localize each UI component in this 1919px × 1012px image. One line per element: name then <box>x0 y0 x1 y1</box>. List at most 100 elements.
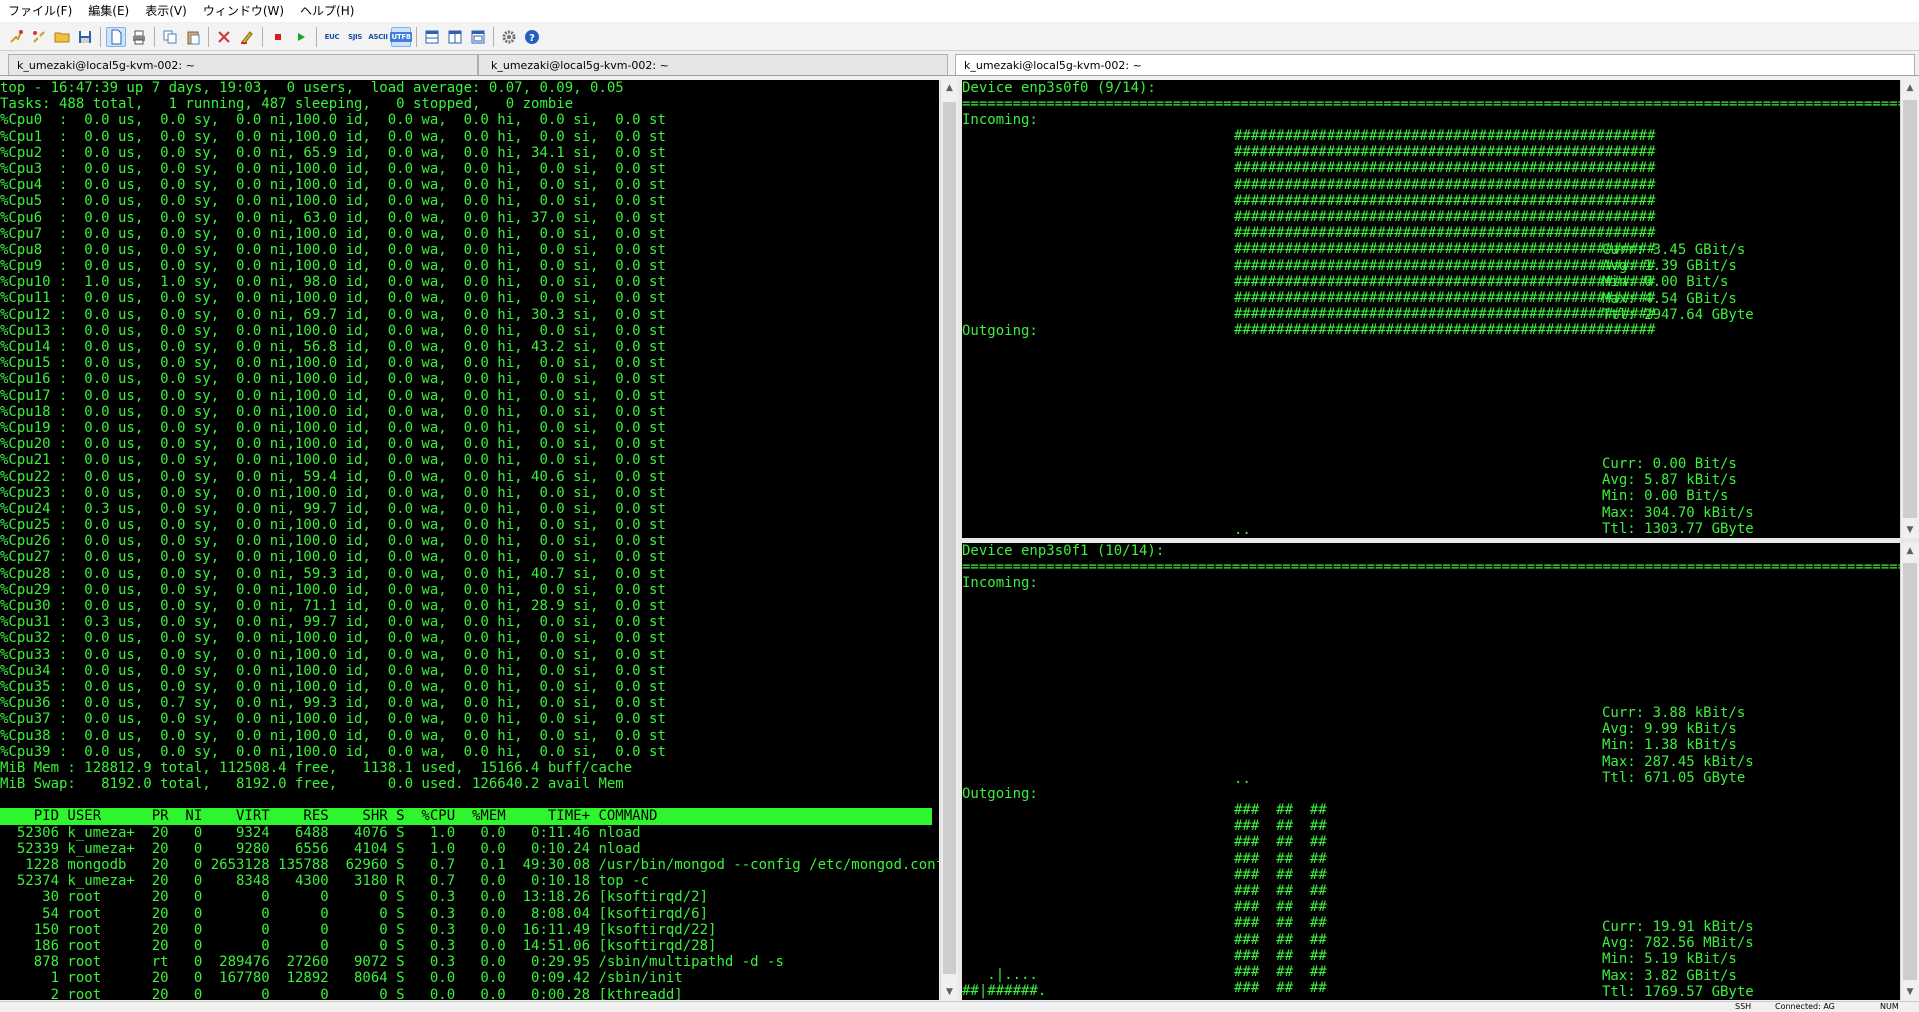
cpu-row: %Cpu22 : 0.0 us, 0.0 sy, 0.0 ni, 59.4 id… <box>0 468 666 485</box>
paste-icon[interactable] <box>183 27 203 47</box>
nload-separator: ========================================… <box>962 96 1900 112</box>
clear-icon[interactable] <box>214 27 234 47</box>
stat-line: Avg: 782.56 MBit/s <box>1602 935 1754 952</box>
scrollbar-thumb[interactable] <box>1903 563 1917 980</box>
graph-row: ### ## ## <box>1234 850 1327 867</box>
stat-line: Avg: 9.99 kBit/s <box>1602 721 1737 738</box>
scroll-up-icon[interactable]: ▲ <box>1901 80 1919 96</box>
cpu-row: %Cpu0 : 0.0 us, 0.0 sy, 0.0 ni,100.0 id,… <box>0 112 666 129</box>
tile-vertical-icon[interactable] <box>445 27 465 47</box>
scrollbar-thumb[interactable] <box>1903 100 1917 518</box>
table-row: 52306 k_umeza+ 20 0 9324 6488 4076 S 1.0… <box>0 824 641 841</box>
stat-line: Avg: 5.87 kBit/s <box>1602 472 1737 489</box>
stat-line: Max: 3.82 GBit/s <box>1602 967 1737 984</box>
save-icon[interactable] <box>75 27 95 47</box>
incoming-traffic-graph: ########################################… <box>1234 128 1655 338</box>
scroll-up-icon[interactable]: ▲ <box>941 80 958 96</box>
menu-view[interactable]: 表示(V) <box>137 0 195 22</box>
menu-help[interactable]: ヘルプ(H) <box>292 0 362 22</box>
connect-icon[interactable] <box>6 27 26 47</box>
outgoing-tail-line-1: .|.... <box>962 967 1038 983</box>
graph-row: ########################################… <box>1234 192 1656 209</box>
table-row: 54 root 20 0 0 0 0 S 0.3 0.0 8:08.04 [ks… <box>0 905 709 922</box>
cpu-row: %Cpu13 : 0.0 us, 0.0 sy, 0.0 ni,100.0 id… <box>0 322 666 339</box>
cpu-row: %Cpu19 : 0.0 us, 0.0 sy, 0.0 ni,100.0 id… <box>0 419 666 436</box>
cpu-row: %Cpu21 : 0.0 us, 0.0 sy, 0.0 ni,100.0 id… <box>0 452 666 469</box>
scrollbar-thumb[interactable] <box>943 102 956 974</box>
copy-icon[interactable] <box>160 27 180 47</box>
session-tab-bar: k_umezaki@local5g-kvm-002: ~ k_umezaki@l… <box>0 52 1919 76</box>
status-bar: SSH Connected: AG NUM <box>0 1001 1919 1012</box>
cpu-row: %Cpu9 : 0.0 us, 0.0 sy, 0.0 ni,100.0 id,… <box>0 258 666 275</box>
disconnect-icon[interactable] <box>29 27 49 47</box>
session-tab-2[interactable]: k_umezaki@local5g-kvm-002: ~ <box>478 54 948 75</box>
top-process-list: 52306 k_umeza+ 20 0 9324 6488 4076 S 1.0… <box>0 825 939 1000</box>
cpu-row: %Cpu26 : 0.0 us, 0.0 sy, 0.0 ni,100.0 id… <box>0 533 666 550</box>
session-tab-3[interactable]: k_umezaki@local5g-kvm-002: ~ <box>955 54 1915 75</box>
graph-row: ### ## ## <box>1234 915 1327 932</box>
print-icon[interactable] <box>129 27 149 47</box>
tile-horizontal-icon[interactable] <box>422 27 442 47</box>
stat-line: Curr: 3.88 kBit/s <box>1602 705 1746 721</box>
scroll-down-icon[interactable]: ▼ <box>1901 522 1919 538</box>
cascade-icon[interactable] <box>468 27 488 47</box>
play-macro-icon[interactable] <box>291 27 311 47</box>
cpu-row: %Cpu30 : 0.0 us, 0.0 sy, 0.0 ni, 71.1 id… <box>0 598 666 614</box>
right-bottom-scrollbar[interactable]: ▲ ▼ <box>1900 543 1919 1000</box>
nload-incoming-label: Incoming: <box>962 112 1038 128</box>
table-row: 1 root 20 0 167780 12892 8064 S 0.0 0.0 … <box>0 970 683 987</box>
toolbar-separator <box>316 26 317 47</box>
nload-incoming-label: Incoming: <box>962 575 1038 591</box>
scroll-down-icon[interactable]: ▼ <box>1901 984 1919 1000</box>
left-pane-scrollbar[interactable]: ▲ ▼ <box>940 80 958 1000</box>
help-icon[interactable]: ? <box>522 27 542 47</box>
stat-line: Curr: 3.45 GBit/s <box>1602 242 1746 258</box>
outgoing-stats: Curr: 19.91 kBit/s Avg: 782.56 MBit/s Min:… <box>1602 919 1754 1000</box>
highlight-icon[interactable] <box>237 27 257 47</box>
menu-window[interactable]: ウィンドウ(W) <box>195 0 292 22</box>
settings-icon[interactable] <box>499 27 519 47</box>
menu-edit[interactable]: 編集(E) <box>80 0 137 22</box>
incoming-stats: Curr: 3.88 kBit/s Avg: 9.99 kBit/s Min: 1.… <box>1602 705 1754 786</box>
graph-row: ### ## ## <box>1234 882 1327 899</box>
stat-line: Ttl: 2947.64 GByte <box>1602 306 1754 323</box>
outgoing-stats: Curr: 0.00 Bit/s Avg: 5.87 kBit/s Min: 0.0… <box>1602 456 1754 537</box>
scroll-down-icon[interactable]: ▼ <box>941 984 958 1000</box>
stat-line: Curr: 19.91 kBit/s <box>1602 919 1754 935</box>
toolbar-separator <box>416 26 417 47</box>
terminal-nload-enp3s0f0[interactable]: Device enp3s0f0 (9/14): ================… <box>962 80 1900 538</box>
stat-line: Ttl: 671.05 GByte <box>1602 769 1746 786</box>
top-summary-line: top - 16:47:39 up 7 days, 19:03, 0 users… <box>0 80 624 96</box>
cpu-row: %Cpu17 : 0.0 us, 0.0 sy, 0.0 ni,100.0 id… <box>0 387 666 404</box>
encoding-ascii-button[interactable]: ASCII <box>368 27 388 47</box>
stat-line: Min: 1.38 kBit/s <box>1602 737 1737 754</box>
outgoing-traffic-graph: ### ## ## ### ## ## ### ## ## ### ## ## ### … <box>1234 802 1327 996</box>
graph-row: ### ## ## <box>1234 834 1327 851</box>
menu-file[interactable]: ファイル(F) <box>0 0 80 22</box>
open-folder-icon[interactable] <box>52 27 72 47</box>
graph-row: ########################################… <box>1234 306 1656 323</box>
cpu-row: %Cpu23 : 0.0 us, 0.0 sy, 0.0 ni,100.0 id… <box>0 484 666 501</box>
session-tab-1-label: k_umezaki@local5g-kvm-002: ~ <box>17 59 195 72</box>
graph-row: ########################################… <box>1234 176 1656 193</box>
cpu-row: %Cpu37 : 0.0 us, 0.0 sy, 0.0 ni,100.0 id… <box>0 711 666 728</box>
encoding-sjis-button[interactable]: SJIS <box>345 27 365 47</box>
encoding-utf8-label: UTF8 <box>389 31 413 42</box>
cpu-row: %Cpu24 : 0.3 us, 0.0 sy, 0.0 ni, 99.7 id… <box>0 500 666 517</box>
stop-macro-icon[interactable] <box>268 27 288 47</box>
encoding-utf8-button[interactable]: UTF8 <box>389 26 413 47</box>
cpu-row: %Cpu38 : 0.0 us, 0.0 sy, 0.0 ni,100.0 id… <box>0 727 666 744</box>
session-tab-1[interactable]: k_umezaki@local5g-kvm-002: ~ <box>8 54 478 75</box>
toolbar-separator <box>154 26 155 47</box>
terminal-nload-enp3s0f1[interactable]: Device enp3s0f1 (10/14): ===============… <box>962 543 1900 1000</box>
scroll-up-icon[interactable]: ▲ <box>1901 543 1919 559</box>
encoding-euc-button[interactable]: EUC <box>322 27 342 47</box>
top-memory-summary: MiB Mem : 128812.9 total, 112508.4 free,… <box>0 760 939 792</box>
cpu-row: %Cpu20 : 0.0 us, 0.0 sy, 0.0 ni,100.0 id… <box>0 436 666 453</box>
terminal-top-pane[interactable]: top - 16:47:39 up 7 days, 19:03, 0 users… <box>0 80 939 1000</box>
graph-row: ########################################… <box>1234 273 1656 290</box>
graph-row: ### ## ## <box>1234 963 1327 980</box>
right-top-scrollbar[interactable]: ▲ ▼ <box>1900 80 1919 538</box>
new-document-icon[interactable] <box>106 26 126 47</box>
